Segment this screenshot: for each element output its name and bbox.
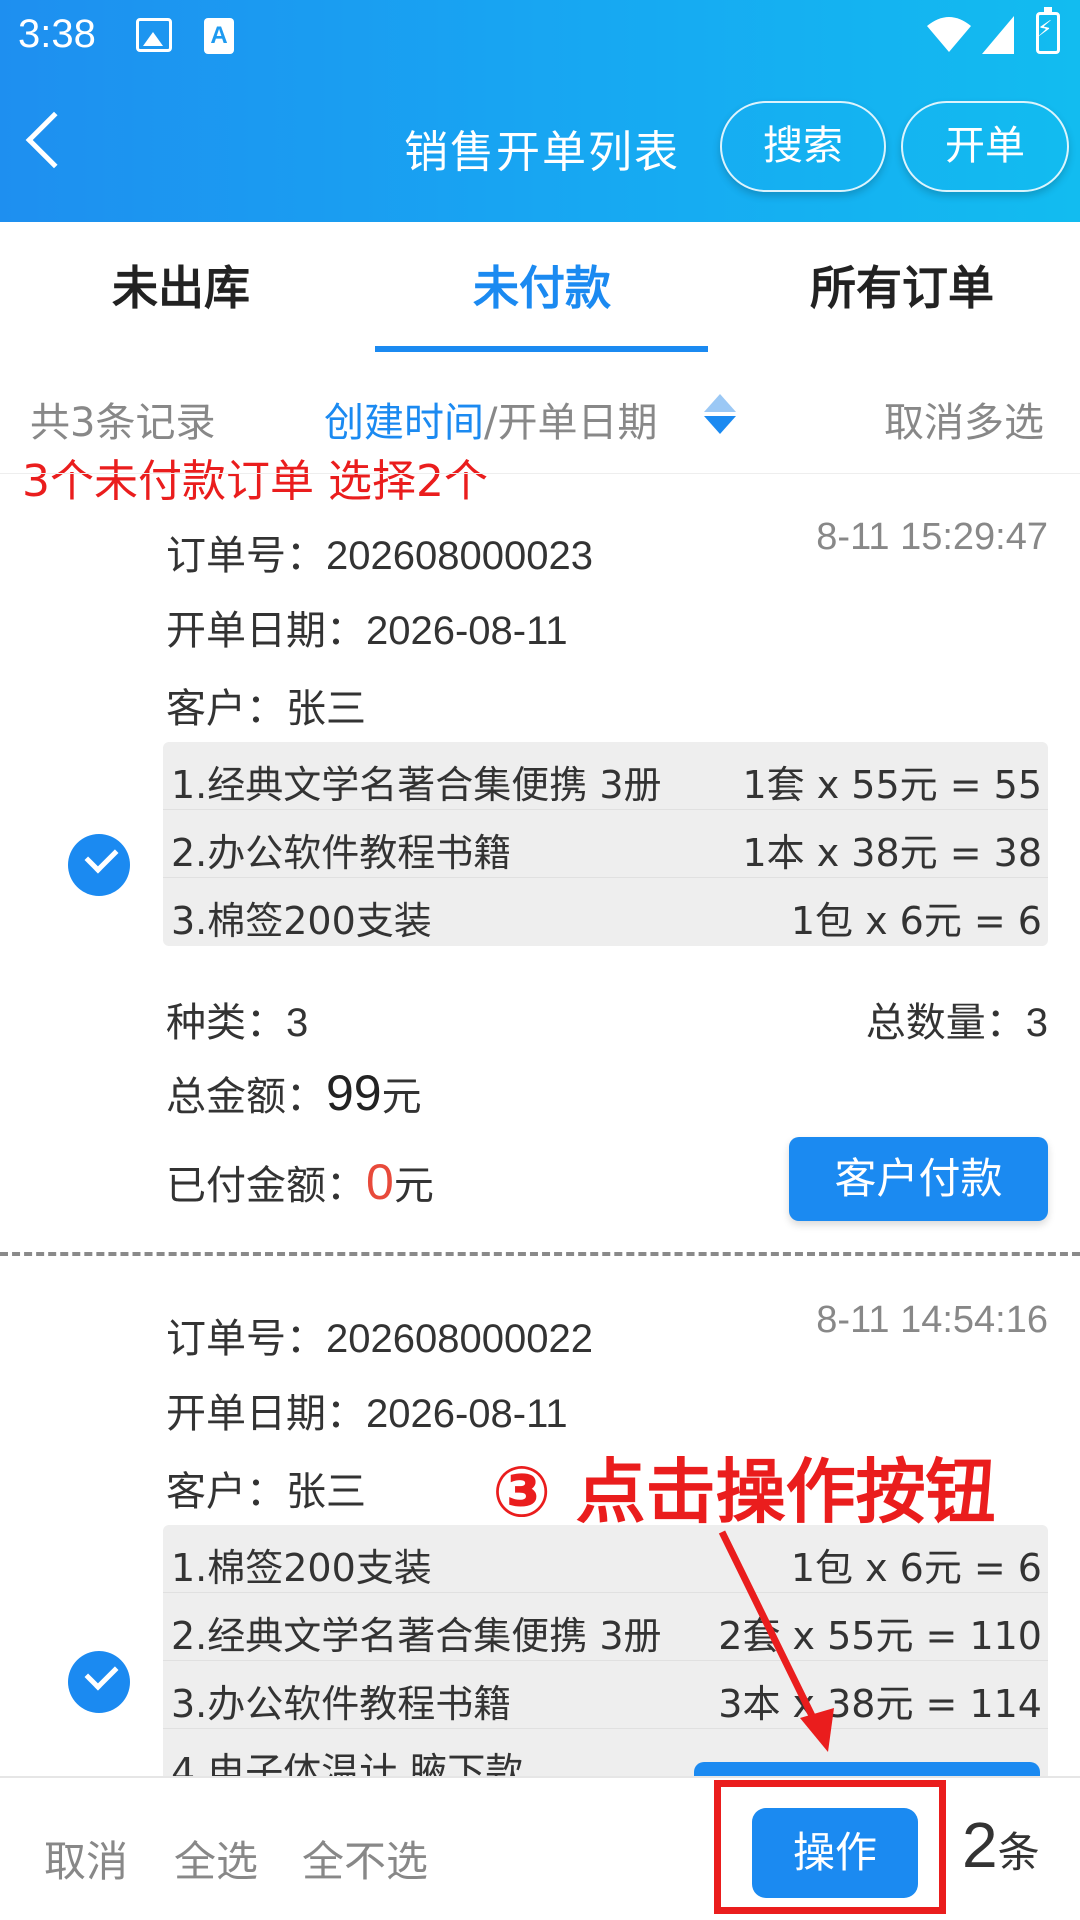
tab-bar: 未出库 未付款 所有订单 <box>0 222 1080 352</box>
gallery-icon <box>136 18 172 52</box>
order-number: 订单号：202608000023 <box>166 533 593 579</box>
list-item: 3.办公软件教程书籍 3本 x 38元 = 114 <box>163 1661 1048 1729</box>
search-button[interactable]: 搜索 <box>720 101 886 192</box>
app-bar: 3:38 A 销售开单列表 搜索 开单 <box>0 0 1080 222</box>
wifi-icon <box>927 17 971 52</box>
order-date: 开单日期：2026-08-11 <box>166 608 568 654</box>
page-title: 销售开单列表 <box>404 127 680 178</box>
status-bar: 3:38 A <box>0 0 1080 76</box>
sort-toggle-icon[interactable] <box>704 394 736 436</box>
order-created-time: 8-11 15:29:47 <box>816 516 1048 558</box>
divider <box>0 473 1080 474</box>
signal-icon <box>982 16 1014 54</box>
sort-separator: / <box>484 400 498 446</box>
select-none-button[interactable]: 全不选 <box>302 1828 428 1889</box>
cancel-button[interactable]: 取消 <box>44 1828 128 1889</box>
back-arrow-icon[interactable] <box>25 111 83 169</box>
filter-row: 共3条记录 创建时间/开单日期 取消多选 <box>0 380 1080 450</box>
list-item: 2.经典文学名著合集便携 3册 2套 x 55元 = 110 <box>163 1593 1048 1661</box>
order-kinds: 种类：3 <box>166 1000 309 1046</box>
order-date: 开单日期：2026-08-11 <box>166 1391 568 1437</box>
obscured-button-edge <box>694 1762 1040 1776</box>
order-paid-amount: 已付金额：0元 <box>166 1154 434 1210</box>
order-number: 订单号：202608000022 <box>166 1316 593 1362</box>
create-order-button[interactable]: 开单 <box>901 101 1069 192</box>
sort-selector[interactable]: 创建时间/开单日期 <box>324 390 657 448</box>
tab-all-orders[interactable]: 所有订单 <box>810 252 994 318</box>
order-customer: 客户：张三 <box>166 686 366 732</box>
order-customer: 客户：张三 <box>166 1469 366 1515</box>
order-separator <box>0 1252 1080 1256</box>
order-total-amount: 总金额：99元 <box>166 1065 422 1121</box>
order-items-list: 1.经典文学名著合集便携 3册 1套 x 55元 = 55 2.办公软件教程书籍 1… <box>163 742 1048 946</box>
list-item: 3.棉签200支装 1包 x 6元 = 6 <box>171 899 1042 943</box>
record-count: 共3条记录 <box>30 400 216 446</box>
annotation-highlight-box <box>714 1780 946 1914</box>
order-checkbox-checked[interactable] <box>68 834 130 896</box>
customer-payment-button[interactable]: 客户付款 <box>789 1137 1048 1221</box>
tab-unpaid[interactable]: 未付款 <box>473 252 611 318</box>
selected-count: 2条 <box>962 1809 1040 1881</box>
sort-order-date[interactable]: 开单日期 <box>497 400 657 446</box>
order-created-time: 8-11 14:54:16 <box>816 1299 1048 1341</box>
cancel-multiselect-button[interactable]: 取消多选 <box>884 390 1044 448</box>
active-tab-indicator <box>375 346 708 352</box>
order-checkbox-checked[interactable] <box>68 1651 130 1713</box>
list-item: 2.办公软件教程书籍 1本 x 38元 = 38 <box>163 810 1048 878</box>
order-items-list: 1.棉签200支装 1包 x 6元 = 6 2.经典文学名著合集便携 3册 2套 x… <box>163 1525 1048 1781</box>
order-total-qty: 总数量：3 <box>865 1000 1048 1046</box>
list-item: 1.经典文学名著合集便携 3册 1套 x 55元 = 55 <box>163 742 1048 810</box>
battery-charging-icon <box>1036 7 1060 54</box>
status-time: 3:38 <box>18 12 96 56</box>
tab-not-shipped[interactable]: 未出库 <box>112 252 250 318</box>
order-card[interactable]: 订单号：202608000023 8-11 15:29:47 开单日期：2026… <box>0 478 1080 1253</box>
select-all-button[interactable]: 全选 <box>174 1828 258 1889</box>
a-icon: A <box>204 18 234 54</box>
annotation-click-operate: ③ 点击操作按钮 <box>492 1451 996 1533</box>
sort-created-time[interactable]: 创建时间 <box>324 400 484 446</box>
